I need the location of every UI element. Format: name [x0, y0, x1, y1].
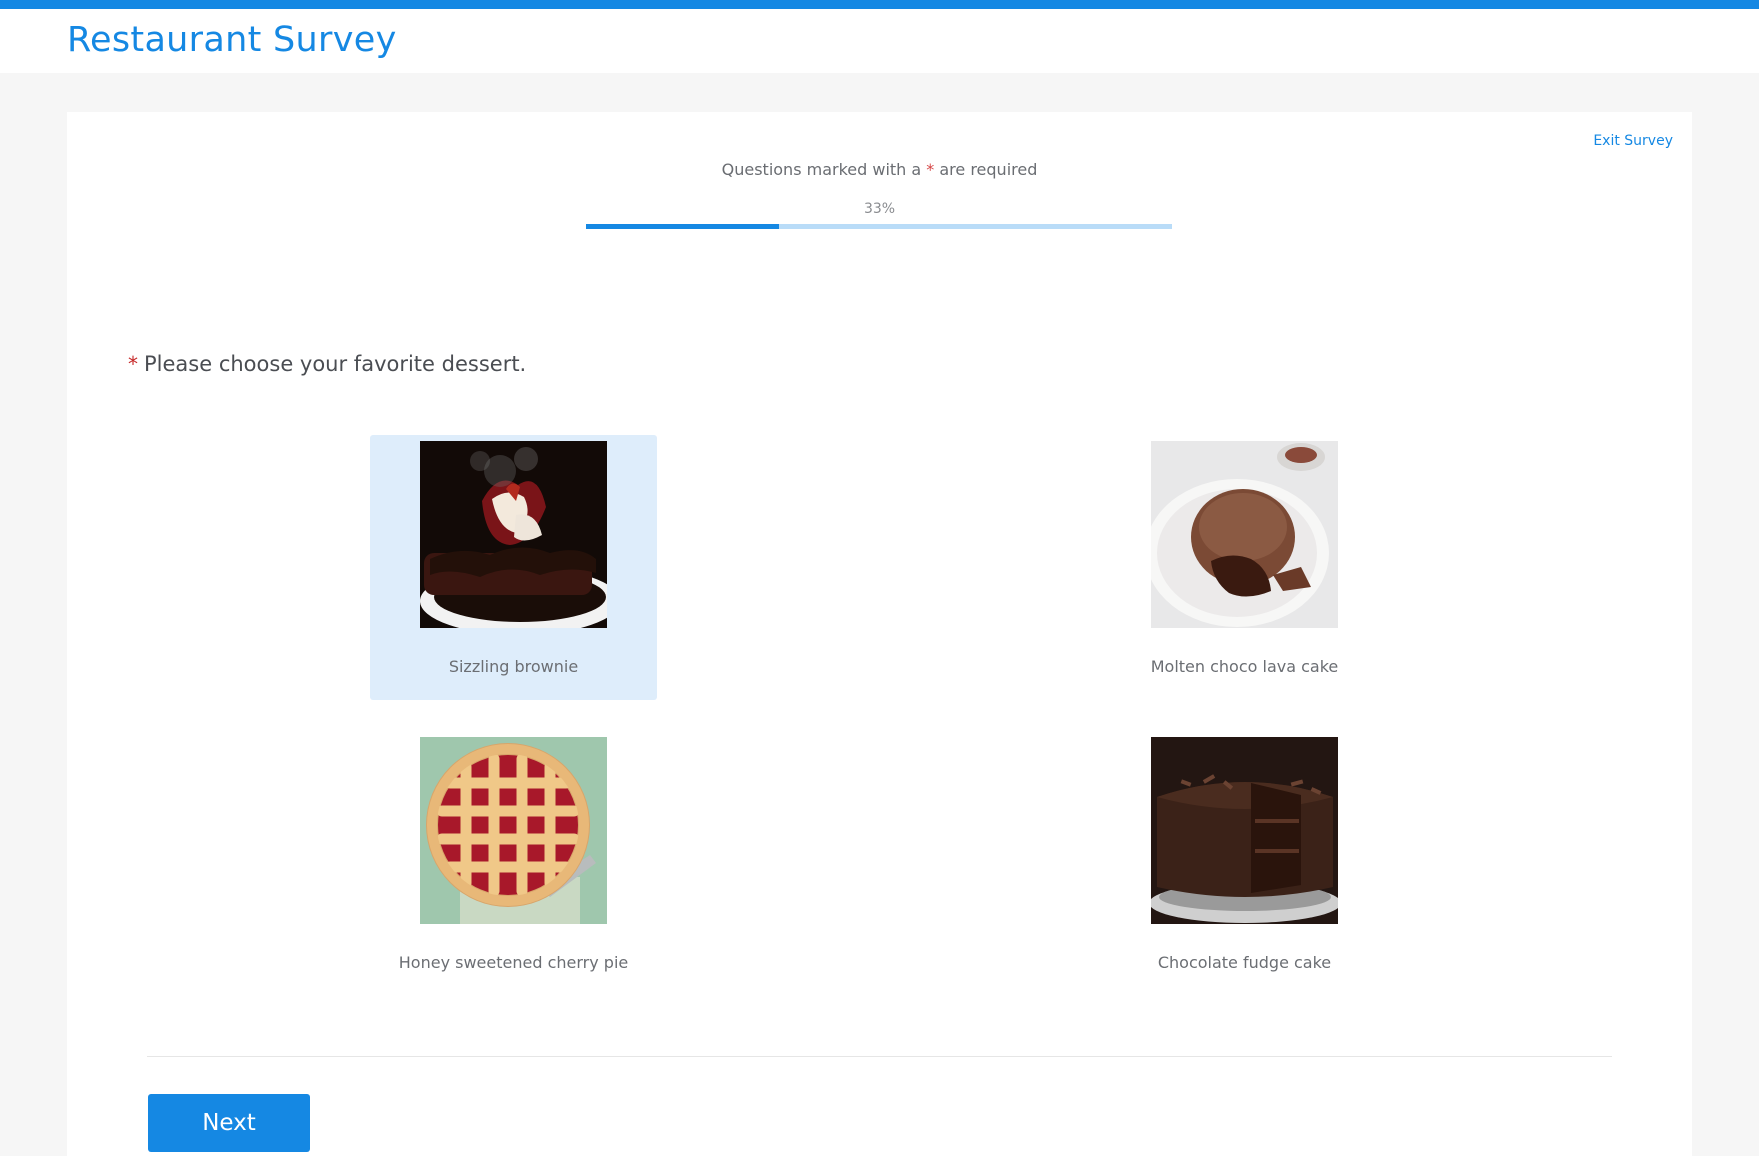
progress-percent: 33% — [863, 201, 896, 217]
progress-bar — [586, 224, 1172, 229]
divider — [147, 1056, 1612, 1057]
top-accent-bar — [0, 0, 1759, 9]
progress-bar-fill — [586, 224, 780, 229]
next-button[interactable]: Next — [148, 1094, 310, 1152]
header: Restaurant Survey — [0, 9, 1759, 73]
option-sizzling-brownie[interactable]: Sizzling brownie — [370, 435, 657, 700]
option-honey-sweetened-cherry-pie[interactable]: Honey sweetened cherry pie — [370, 731, 657, 996]
fudge-cake-image — [1151, 737, 1338, 924]
cherry-pie-image — [420, 737, 607, 924]
question-text: Please choose your favorite dessert. — [144, 352, 527, 376]
required-note-prefix: Questions marked with a — [721, 160, 927, 179]
app-title: Restaurant Survey — [67, 20, 397, 60]
survey-card: Exit Survey Questions marked with a * ar… — [67, 112, 1692, 1156]
option-label: Molten choco lava cake — [1150, 657, 1339, 676]
question-prompt: * Please choose your favorite dessert. — [128, 352, 526, 376]
option-label: Chocolate fudge cake — [1157, 953, 1332, 972]
required-note-suffix: are required — [934, 160, 1038, 179]
required-star: * — [128, 352, 138, 376]
option-molten-choco-lava-cake[interactable]: Molten choco lava cake — [1101, 435, 1388, 700]
exit-survey-link[interactable]: Exit Survey — [1593, 133, 1673, 149]
option-label: Honey sweetened cherry pie — [398, 953, 629, 972]
option-label: Sizzling brownie — [448, 657, 579, 676]
required-note: Questions marked with a * are required — [67, 160, 1692, 179]
brownie-image — [420, 441, 607, 628]
lava-cake-image — [1151, 441, 1338, 628]
option-chocolate-fudge-cake[interactable]: Chocolate fudge cake — [1101, 731, 1388, 996]
